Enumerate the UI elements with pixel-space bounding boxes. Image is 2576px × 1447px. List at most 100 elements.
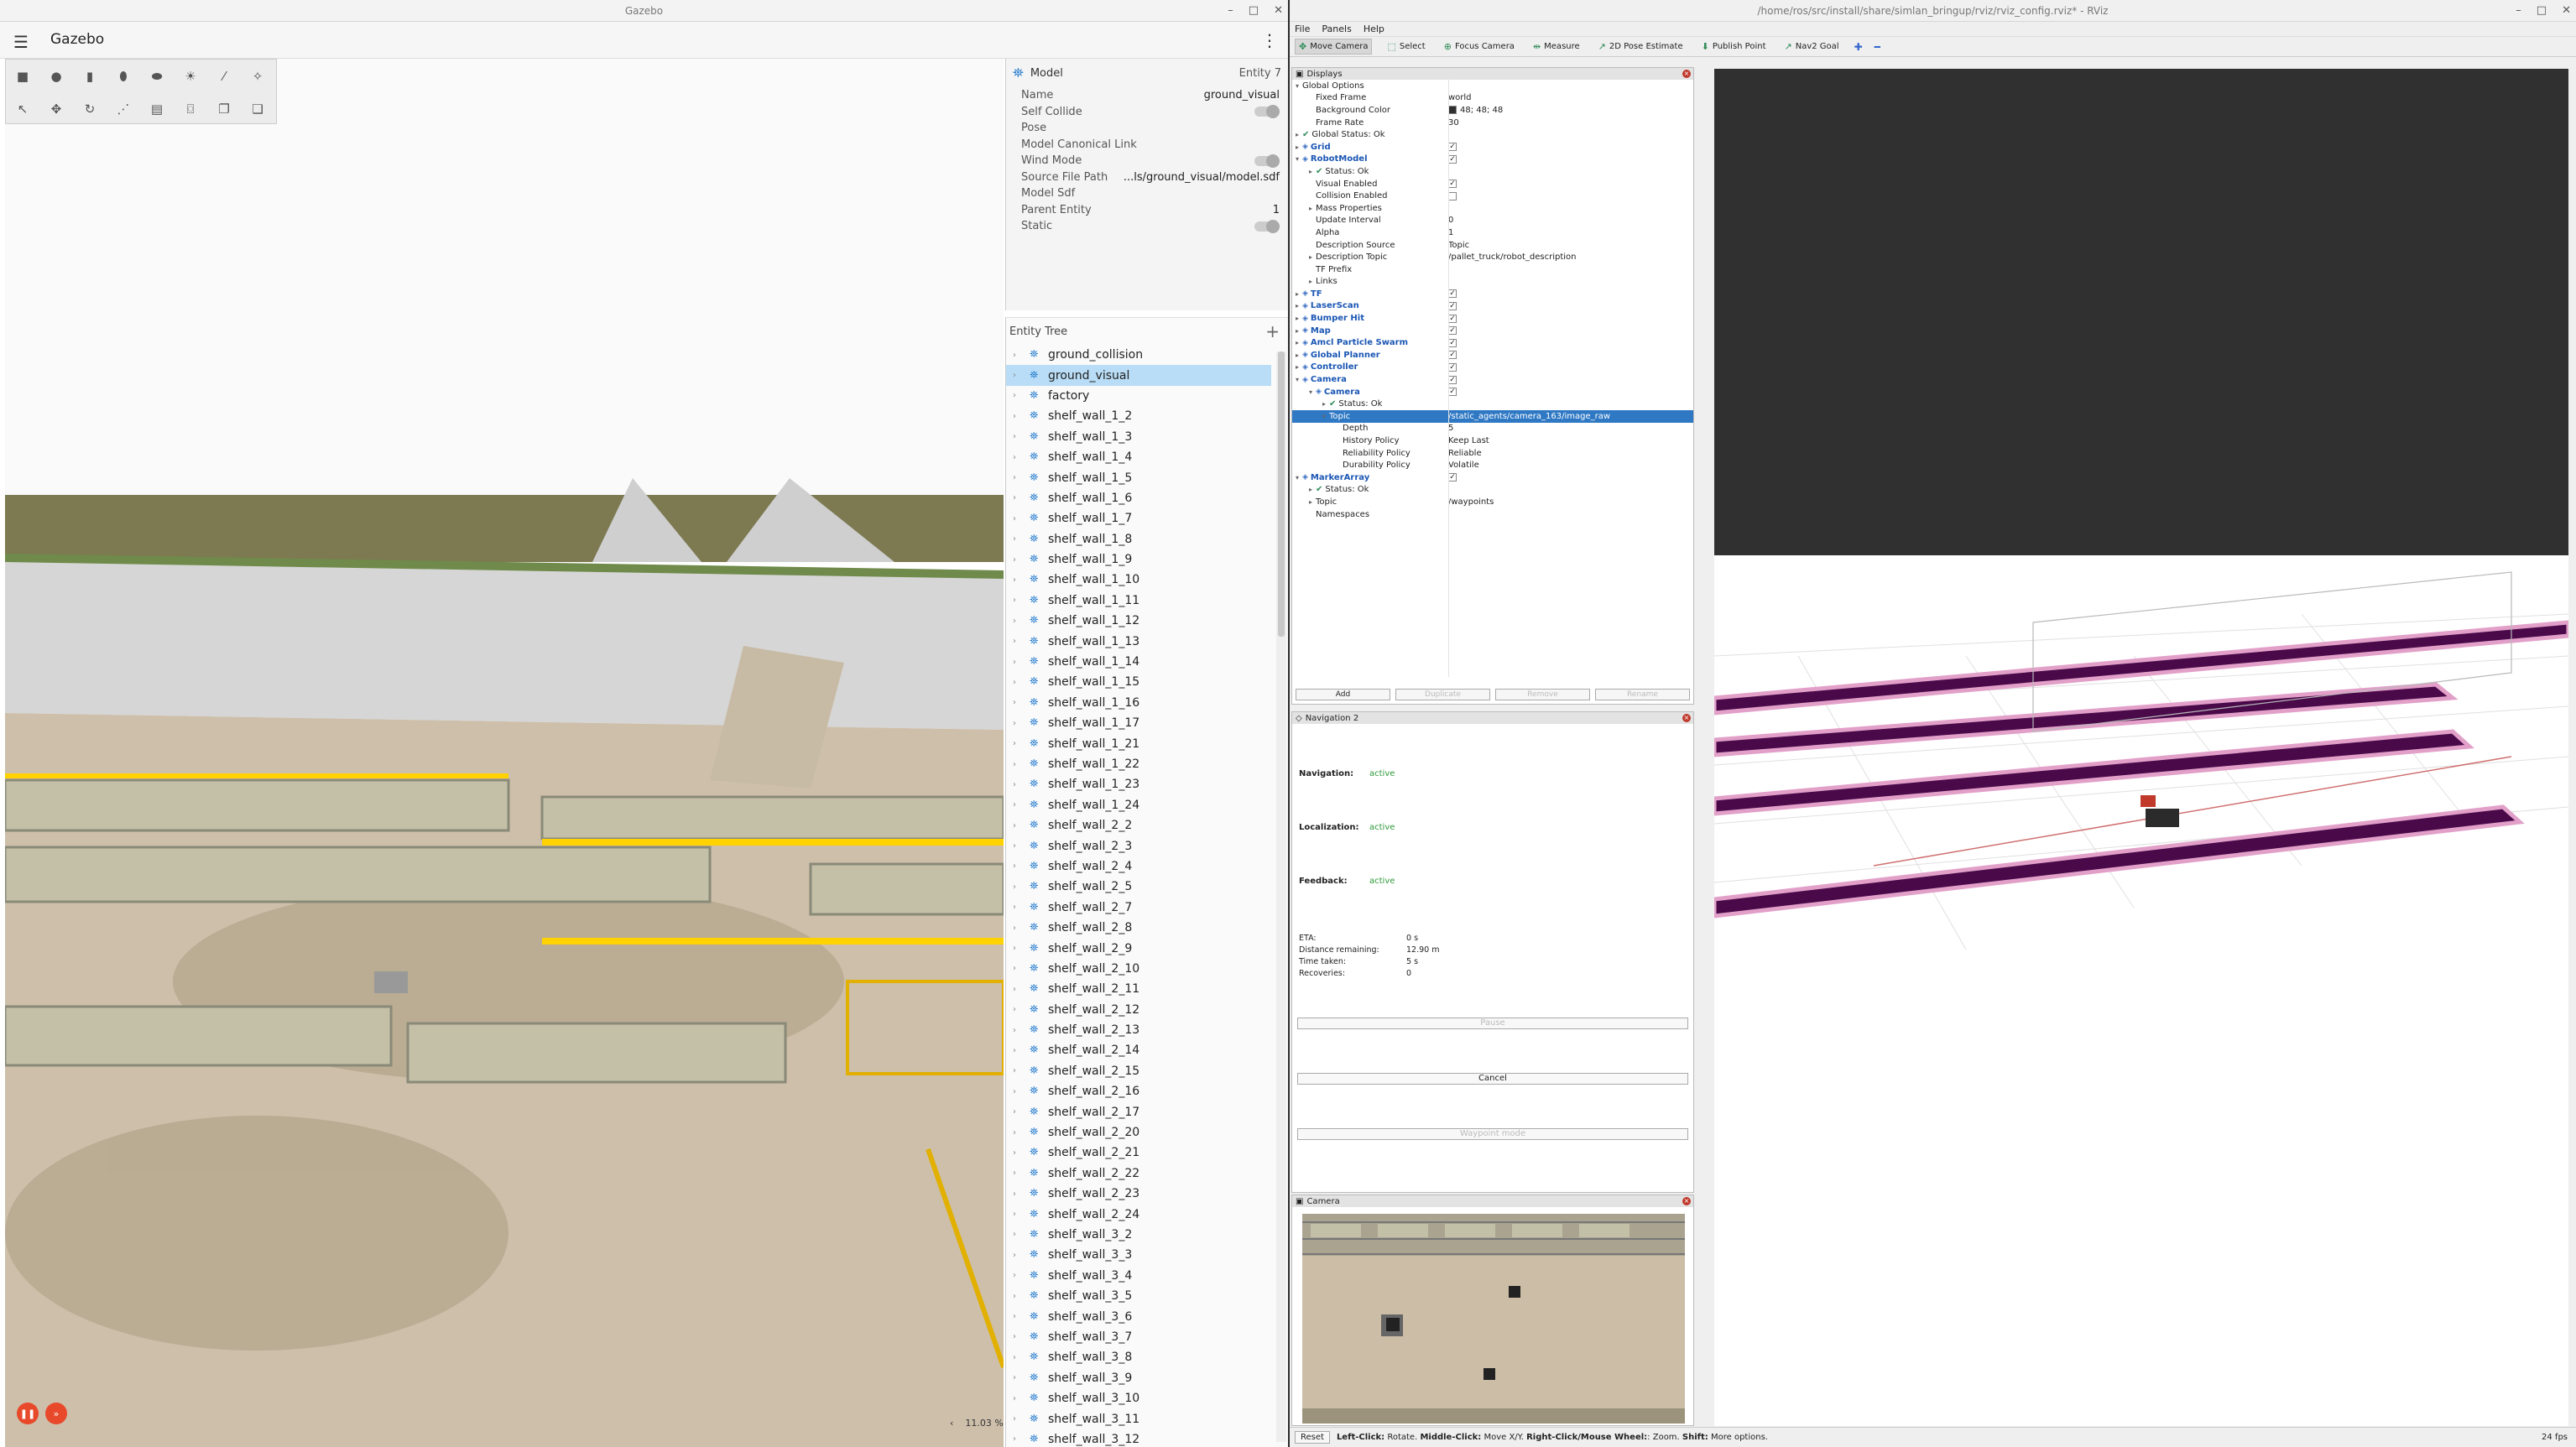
snap-tool-icon[interactable]: ⋰ <box>107 92 140 125</box>
display-row[interactable]: ▸ ◈ Global Planner ✓ <box>1292 349 1693 362</box>
enable-checkbox[interactable]: ✓ <box>1448 314 1457 323</box>
entity-tree-item[interactable]: › ⛯ shelf_wall_2_2 <box>1006 815 1271 835</box>
expand-chevron-icon[interactable]: › <box>1013 944 1016 953</box>
entity-tree-item[interactable]: › ⛯ shelf_wall_3_3 <box>1006 1245 1271 1265</box>
display-row[interactable]: Reliability Policy Reliable <box>1292 447 1693 460</box>
display-row[interactable]: ▸ ◈ TF ✓ <box>1292 288 1693 300</box>
entity-tree-item[interactable]: › ⛯ shelf_wall_2_8 <box>1006 918 1271 938</box>
expand-chevron-icon[interactable]: › <box>1013 760 1016 769</box>
entity-tree-item[interactable]: › ⛯ shelf_wall_1_15 <box>1006 672 1271 692</box>
expand-chevron-icon[interactable]: › <box>1013 1026 1016 1035</box>
enable-checkbox[interactable]: ✓ <box>1448 180 1457 189</box>
entity-tree-item[interactable]: › ⛯ shelf_wall_3_9 <box>1006 1368 1271 1388</box>
expand-chevron-icon[interactable]: › <box>1013 1005 1016 1014</box>
entity-tree-item[interactable]: › ⛯ shelf_wall_3_11 <box>1006 1408 1271 1429</box>
expand-arrow-icon[interactable]: ▸ <box>1292 327 1302 335</box>
expand-chevron-icon[interactable]: › <box>1013 555 1016 565</box>
entity-tree-item[interactable]: › ⛯ shelf_wall_1_12 <box>1006 611 1271 631</box>
display-row[interactable]: ▸ ✔ Status: Ok <box>1292 484 1693 497</box>
expand-chevron-icon[interactable]: › <box>1013 882 1016 892</box>
expand-arrow-icon[interactable]: ▾ <box>1292 474 1302 481</box>
expand-chevron-icon[interactable]: › <box>1013 1332 1016 1341</box>
enable-checkbox[interactable]: ✓ <box>1448 375 1457 384</box>
expand-chevron-icon[interactable]: › <box>1013 1394 1016 1403</box>
expand-arrow-icon[interactable]: ▾ <box>1319 413 1329 420</box>
display-row[interactable]: TF Prefix <box>1292 263 1693 276</box>
duplicate-button[interactable]: Duplicate <box>1395 689 1490 700</box>
entity-tree-item[interactable]: › ⛯ shelf_wall_2_4 <box>1006 856 1271 877</box>
kebab-menu-icon[interactable]: ⋮ <box>1261 30 1278 50</box>
enable-checkbox[interactable] <box>1448 191 1457 200</box>
entity-tree-item[interactable]: › ⛯ shelf_wall_1_3 <box>1006 427 1271 447</box>
tool-publish-point[interactable]: ⬇ Publish Point <box>1698 39 1770 54</box>
display-row[interactable]: ▸ ◈ Grid ✓ <box>1292 141 1693 154</box>
display-value[interactable]: 30 <box>1448 118 1459 128</box>
expand-arrow-icon[interactable]: ▸ <box>1292 339 1302 346</box>
directional-light-icon[interactable]: ⁄ <box>207 60 241 92</box>
entity-tree-item[interactable]: › ⛯ shelf_wall_1_11 <box>1006 591 1271 611</box>
expand-arrow-icon[interactable]: ▸ <box>1319 400 1329 408</box>
display-row[interactable]: ▸ ✔ Global Status: Ok <box>1292 128 1693 141</box>
display-row[interactable]: Update Interval 0 <box>1292 215 1693 227</box>
entity-tree-item[interactable]: › ⛯ shelf_wall_1_21 <box>1006 733 1271 753</box>
display-value[interactable]: Keep Last <box>1448 436 1489 445</box>
expand-chevron-icon[interactable]: › <box>1013 1107 1016 1116</box>
expand-chevron-icon[interactable]: › <box>1013 841 1016 851</box>
color-swatch[interactable] <box>1448 106 1457 115</box>
expand-arrow-icon[interactable]: ▸ <box>1306 253 1316 261</box>
screenshot-icon[interactable]: ⌼ <box>174 92 207 125</box>
rename-button[interactable]: Rename <box>1595 689 1690 700</box>
maximize-icon[interactable]: □ <box>2537 0 2547 22</box>
expand-chevron-icon[interactable]: › <box>1013 1312 1016 1321</box>
display-row[interactable]: ▾ ◈ MarkerArray ✓ <box>1292 471 1693 484</box>
display-row[interactable]: Alpha 1 <box>1292 226 1693 239</box>
expand-chevron-icon[interactable]: › <box>1013 371 1016 380</box>
display-value[interactable]: Topic <box>1448 241 1469 250</box>
expand-chevron-icon[interactable]: › <box>1013 678 1016 687</box>
entity-tree-item[interactable]: › ⛯ shelf_wall_1_23 <box>1006 774 1271 794</box>
expand-chevron-icon[interactable]: › <box>1013 1066 1016 1075</box>
paste-icon[interactable]: ❏ <box>241 92 274 125</box>
tool-select[interactable]: ⬚ Select <box>1384 39 1428 54</box>
toggle-switch[interactable] <box>1254 105 1280 119</box>
panel-close-icon[interactable]: × <box>1682 70 1691 78</box>
display-row[interactable]: ▸ ✔ Status: Ok <box>1292 165 1693 178</box>
expand-chevron-icon[interactable]: › <box>1013 1148 1016 1158</box>
display-row[interactable]: Background Color 48; 48; 48 <box>1292 104 1693 117</box>
display-value[interactable]: Volatile <box>1448 461 1479 470</box>
display-row[interactable]: ▸ Mass Properties <box>1292 202 1693 215</box>
display-value[interactable]: 48; 48; 48 <box>1460 106 1503 115</box>
rviz-3d-viewport[interactable] <box>1714 69 2568 1426</box>
expand-chevron-icon[interactable]: › <box>1013 1251 1016 1260</box>
select-tool-icon[interactable]: ↖ <box>6 92 39 125</box>
display-row[interactable]: Namespaces <box>1292 508 1693 521</box>
expand-arrow-icon[interactable]: ▸ <box>1292 363 1302 371</box>
entity-tree-scrollbar[interactable] <box>1276 351 1286 1442</box>
entity-tree-item[interactable]: › ⛯ shelf_wall_1_9 <box>1006 549 1271 570</box>
entity-tree-item[interactable]: › ⛯ shelf_wall_2_21 <box>1006 1143 1271 1163</box>
entity-tree-item[interactable]: › ⛯ shelf_wall_1_4 <box>1006 447 1271 467</box>
tool-focus-camera[interactable]: ⊕ Focus Camera <box>1441 39 1518 54</box>
entity-tree-item[interactable]: › ⛯ shelf_wall_2_3 <box>1006 835 1271 856</box>
expand-chevron-icon[interactable]: › <box>1013 412 1016 421</box>
expand-chevron-icon[interactable]: › <box>1013 739 1016 748</box>
expand-arrow-icon[interactable]: ▸ <box>1292 302 1302 310</box>
display-row[interactable]: ▾ Topic/static_agents/camera_163/image_ra… <box>1292 410 1693 423</box>
entity-tree-item[interactable]: › ⛯ shelf_wall_2_5 <box>1006 877 1271 897</box>
expand-arrow-icon[interactable]: ▸ <box>1292 290 1302 298</box>
sphere-shape-icon[interactable]: ● <box>39 60 73 92</box>
enable-checkbox[interactable]: ✓ <box>1448 351 1457 360</box>
tool-nav2-goal[interactable]: ↗ Nav2 Goal <box>1781 39 1843 54</box>
entity-tree-item[interactable]: › ⛯ shelf_wall_1_8 <box>1006 529 1271 549</box>
expand-arrow-icon[interactable]: ▸ <box>1292 143 1302 151</box>
entity-tree-item[interactable]: › ⛯ shelf_wall_1_17 <box>1006 713 1271 733</box>
entity-tree-item[interactable]: › ⛯ shelf_wall_3_8 <box>1006 1347 1271 1367</box>
display-row[interactable]: Fixed Frame world <box>1292 92 1693 105</box>
entity-tree-item[interactable]: › ⛯ shelf_wall_1_24 <box>1006 795 1271 815</box>
menu-help[interactable]: Help <box>1364 23 1384 34</box>
expand-arrow-icon[interactable]: ▾ <box>1292 155 1302 163</box>
expand-chevron-icon[interactable]: › <box>1013 1414 1016 1424</box>
entity-tree-item[interactable]: › ⛯ shelf_wall_2_10 <box>1006 959 1271 979</box>
close-icon[interactable]: ✕ <box>2562 0 2571 22</box>
display-row[interactable]: ▾ Global Options <box>1292 80 1693 92</box>
